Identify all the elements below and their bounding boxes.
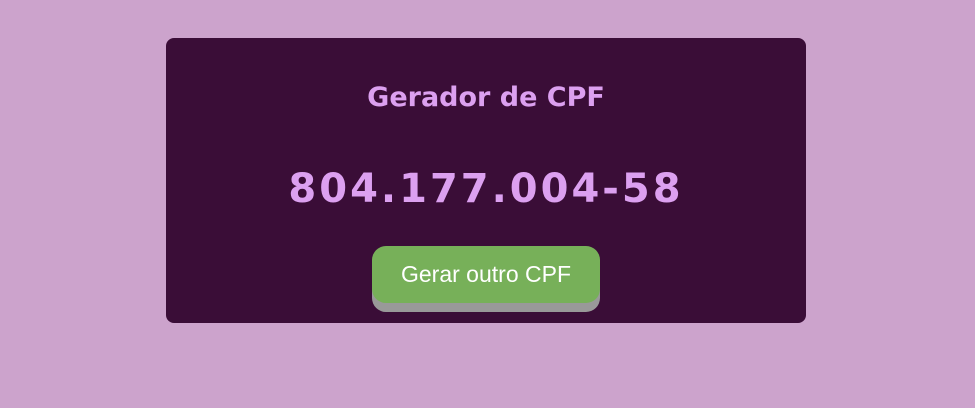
page-title: Gerador de CPF <box>367 82 605 113</box>
cpf-value: 804.177.004-58 <box>288 166 684 212</box>
generate-cpf-button[interactable]: Gerar outro CPF <box>372 246 600 303</box>
cpf-generator-card: Gerador de CPF 804.177.004-58 Gerar outr… <box>166 38 806 323</box>
